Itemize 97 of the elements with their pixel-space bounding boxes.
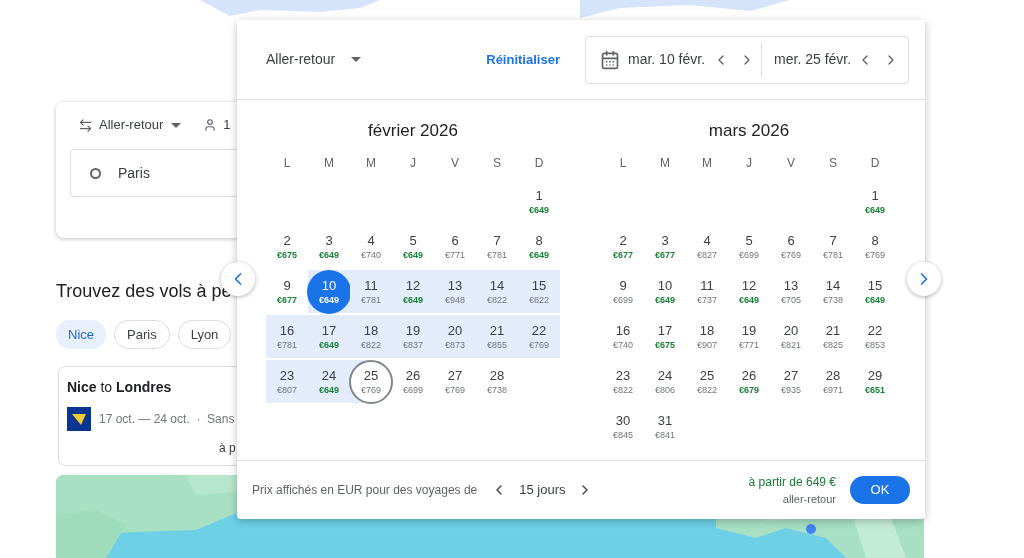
passenger-count[interactable]: 1 xyxy=(223,115,231,135)
filter-chip[interactable]: Nice xyxy=(56,320,106,349)
calendar-day[interactable]: 1 €649 xyxy=(517,179,561,224)
calendar-day[interactable]: 14 €822 xyxy=(475,269,519,314)
calendar-day[interactable]: 28 €738 xyxy=(475,359,519,404)
month-title: mars 2026 xyxy=(707,120,791,142)
calendar-day[interactable]: 23 €807 xyxy=(265,359,309,404)
calendar-icon xyxy=(600,49,620,70)
calendar-day[interactable]: 26 €699 xyxy=(391,359,435,404)
calendar-day[interactable]: 11 €737 xyxy=(685,269,729,314)
weekday-label: M xyxy=(323,155,335,172)
calendar-day[interactable]: 8 €769 xyxy=(853,224,897,269)
person-icon xyxy=(203,118,218,132)
calendar-day[interactable]: 7 €781 xyxy=(811,224,855,269)
calendar-day[interactable]: 5 €699 xyxy=(727,224,771,269)
calendar-day[interactable]: 27 €935 xyxy=(769,359,813,404)
weekday-label: S xyxy=(492,155,502,172)
swap-icon xyxy=(78,117,93,133)
trip-duration: 15 jours xyxy=(519,481,566,500)
flight-price: à p xyxy=(219,440,237,457)
weekday-label: M xyxy=(701,155,713,172)
calendar-day[interactable]: 22 €853 xyxy=(853,314,897,359)
date-range-field[interactable]: mar. 10 févr. mer. 25 févr. xyxy=(585,35,909,84)
calendar-day[interactable]: 30 €845 xyxy=(601,404,645,449)
return-date: mer. 25 févr. xyxy=(774,50,852,69)
trip-type-dropdown[interactable]: Aller-retour xyxy=(266,49,362,70)
weekday-label: V xyxy=(786,155,796,172)
calendar-day[interactable]: 13 €948 xyxy=(433,269,477,314)
calendar-day[interactable]: 6 €769 xyxy=(769,224,813,269)
calendar-day[interactable]: 25 €769 xyxy=(349,359,393,404)
calendar-day[interactable]: 4 €740 xyxy=(349,224,393,269)
trip-label: aller-retour xyxy=(782,491,836,507)
calendar-day[interactable]: 25 €822 xyxy=(685,359,729,404)
calendar-day[interactable]: 26 €679 xyxy=(727,359,771,404)
calendar-day[interactable]: 4 €827 xyxy=(685,224,729,269)
calendar-day[interactable]: 21 €855 xyxy=(475,314,519,359)
weekday-label: D xyxy=(869,155,881,172)
departure-date: mar. 10 févr. xyxy=(628,50,706,69)
calendar-day[interactable]: 17 €675 xyxy=(643,314,687,359)
calendar-day[interactable]: 16 €781 xyxy=(265,314,309,359)
calendar-day[interactable]: 24 €806 xyxy=(643,359,687,404)
calendar-day[interactable]: 1 €649 xyxy=(853,179,897,224)
caret-icon xyxy=(351,57,362,62)
ok-button[interactable]: OK xyxy=(850,476,910,504)
calendar-day[interactable]: 20 €873 xyxy=(433,314,477,359)
weekday-label: M xyxy=(659,155,671,172)
calendar-day[interactable]: 14 €738 xyxy=(811,269,855,314)
calendar-day[interactable]: 3 €649 xyxy=(307,224,351,269)
calendar-day[interactable]: 22 €769 xyxy=(517,314,561,359)
calendar-day[interactable]: 3 €677 xyxy=(643,224,687,269)
caret-icon xyxy=(171,122,182,128)
calendar-day[interactable]: 28 €971 xyxy=(811,359,855,404)
calendar-day[interactable]: 2 €677 xyxy=(601,224,645,269)
calendar-day[interactable]: 13 €705 xyxy=(769,269,813,314)
calendar-day[interactable]: 27 €769 xyxy=(433,359,477,404)
calendar-day[interactable]: 12 €649 xyxy=(727,269,771,314)
airline-logo-icon xyxy=(67,407,91,431)
route-title: Nice to Londres xyxy=(67,378,173,397)
calendar-day[interactable]: 19 €771 xyxy=(727,314,771,359)
lowest-price: à partir de 649 € xyxy=(748,473,836,491)
reset-link[interactable]: Réinitialiser xyxy=(486,49,560,70)
calendar-day[interactable]: 19 €837 xyxy=(391,314,435,359)
calendar-day[interactable]: 23 €822 xyxy=(601,359,645,404)
calendar-day[interactable]: 10 €649 xyxy=(307,269,351,314)
weekday-label: M xyxy=(365,155,377,172)
calendar-day[interactable]: 8 €649 xyxy=(517,224,561,269)
calendar-day[interactable]: 15 €649 xyxy=(853,269,897,314)
trip-type-dropdown[interactable]: Aller-retour xyxy=(99,115,182,135)
calendar-day[interactable]: 20 €821 xyxy=(769,314,813,359)
calendar-day[interactable]: 12 €649 xyxy=(391,269,435,314)
weekday-label: D xyxy=(533,155,545,172)
weekday-label: V xyxy=(450,155,460,172)
calendar-day[interactable]: 18 €822 xyxy=(349,314,393,359)
calendar-day[interactable]: 15 €822 xyxy=(517,269,561,314)
calendar-day[interactable]: 17 €649 xyxy=(307,314,351,359)
month-title: février 2026 xyxy=(367,120,459,142)
weekday-label: S xyxy=(828,155,838,172)
flight-dates: 17 oct. — 24 oct. · Sans xyxy=(99,411,235,428)
calendar-day[interactable]: 10 €649 xyxy=(643,269,687,314)
calendar-day[interactable]: 29 €651 xyxy=(853,359,897,404)
calendar-day[interactable]: 7 €781 xyxy=(475,224,519,269)
calendar-day[interactable]: 11 €781 xyxy=(349,269,393,314)
weekday-label: J xyxy=(745,155,753,172)
calendar-day[interactable]: 9 €677 xyxy=(265,269,309,314)
weekday-label: L xyxy=(618,155,628,172)
calendar-day[interactable]: 31 €841 xyxy=(643,404,687,449)
weekday-label: L xyxy=(282,155,292,172)
price-note: Prix affichés en EUR pour des voyages de xyxy=(252,482,478,499)
calendar-day[interactable]: 18 €907 xyxy=(685,314,729,359)
calendar-day[interactable]: 16 €740 xyxy=(601,314,645,359)
calendar-day[interactable]: 24 €649 xyxy=(307,359,351,404)
weekday-label: J xyxy=(409,155,417,172)
calendar-day[interactable]: 2 €675 xyxy=(265,224,309,269)
calendar-day[interactable]: 6 €771 xyxy=(433,224,477,269)
calendar-day[interactable]: 9 €699 xyxy=(601,269,645,314)
calendar-day[interactable]: 5 €649 xyxy=(391,224,435,269)
calendar-day[interactable]: 21 €825 xyxy=(811,314,855,359)
